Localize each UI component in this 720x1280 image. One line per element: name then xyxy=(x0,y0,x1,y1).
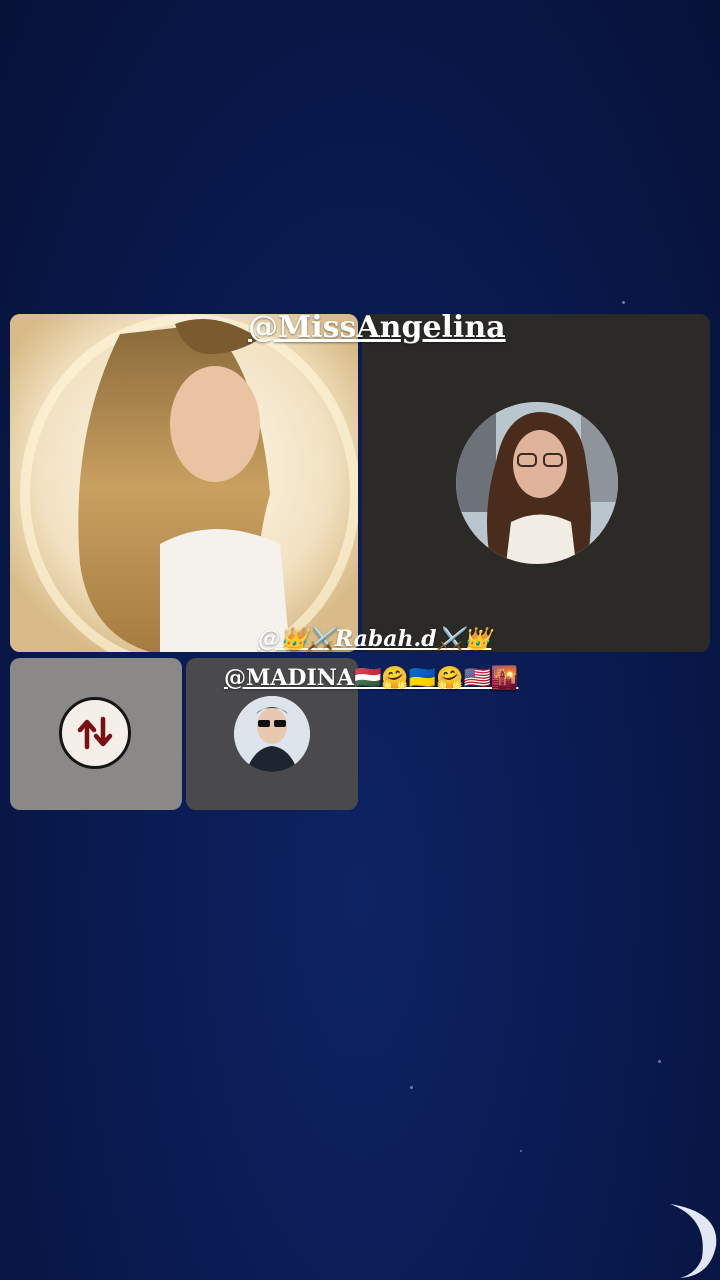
star xyxy=(520,1150,522,1152)
portrait-image xyxy=(10,314,358,652)
avatar-image xyxy=(456,402,618,564)
avatar-image xyxy=(234,696,310,772)
participant-avatar[interactable] xyxy=(456,402,618,564)
star xyxy=(622,301,625,304)
participant-handle-tertiary[interactable]: @MADINA🇭🇺🤗🇺🇦🤗🇺🇸🌇 xyxy=(224,665,518,691)
video-tile-main[interactable] xyxy=(10,314,358,652)
crescent-moon-icon xyxy=(670,1204,717,1278)
star xyxy=(658,1060,661,1063)
participant-handle-main[interactable]: @MissAngelina xyxy=(248,310,506,345)
repost-button[interactable] xyxy=(59,697,131,769)
participant-handle-secondary[interactable]: @👑⚔️Rabah.d⚔️👑 xyxy=(258,626,491,652)
repost-icon xyxy=(77,716,113,750)
guest-avatar[interactable] xyxy=(234,696,310,772)
star xyxy=(410,1086,413,1089)
